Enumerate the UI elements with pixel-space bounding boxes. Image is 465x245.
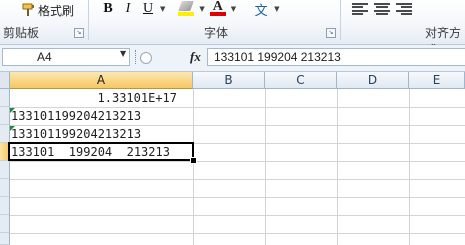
row-header[interactable] <box>0 107 10 125</box>
row-header[interactable] <box>0 161 10 179</box>
highlight-color-button[interactable] <box>175 0 197 18</box>
italic-button[interactable]: I <box>118 0 138 18</box>
column-header-c[interactable]: C <box>265 72 337 89</box>
insert-function-button[interactable]: fx <box>190 49 201 65</box>
highlighter-icon <box>178 1 195 11</box>
row-header[interactable] <box>0 233 10 245</box>
formula-bar: A4 ▼ fx 133101 199204 213213 <box>0 45 465 72</box>
gridline <box>10 197 465 198</box>
bold-button[interactable]: B <box>98 0 118 18</box>
gridline <box>10 215 465 216</box>
fill-handle[interactable] <box>190 157 197 164</box>
font-color-dropdown-icon[interactable]: ▼ <box>231 5 236 13</box>
gridline <box>265 89 266 245</box>
clipboard-dialog-launcher-icon[interactable]: ↘ <box>74 28 84 38</box>
highlight-dropdown-icon[interactable]: ▼ <box>199 5 204 13</box>
underline-dropdown-icon[interactable]: ▼ <box>160 5 165 13</box>
font-toolbar: B I U ▼ ▼ A ▼ 文 ▼ <box>98 0 282 19</box>
row-header[interactable] <box>0 215 10 233</box>
number-as-text-indicator-icon[interactable] <box>10 126 15 131</box>
row-header[interactable] <box>0 89 10 107</box>
row-header[interactable] <box>0 179 10 197</box>
active-cell-border <box>8 142 194 161</box>
gridline <box>10 233 465 234</box>
column-header-d[interactable]: D <box>337 72 409 89</box>
format-painter-icon <box>22 3 34 16</box>
cell-a1[interactable]: 1.33101E+17 <box>10 90 193 107</box>
column-header-b[interactable]: B <box>193 72 265 89</box>
column-header-a[interactable]: A <box>10 72 193 89</box>
gridline <box>193 89 194 245</box>
row-header[interactable] <box>0 125 10 143</box>
format-painter-label: 格式刷 <box>38 3 75 18</box>
underline-button[interactable]: U <box>138 0 158 18</box>
font-color-swatch <box>209 12 226 16</box>
name-box[interactable]: A4 <box>2 48 130 66</box>
number-as-text-indicator-icon[interactable] <box>10 108 15 113</box>
ribbon: 格式刷 B I U ▼ ▼ A ▼ 文 ▼ 剪贴板 ↘ 字体 ↘ 对齐方式 <box>0 0 465 57</box>
formula-input[interactable]: 133101 199204 213213 <box>207 48 465 66</box>
phonetic-dropdown-icon[interactable]: ▼ <box>274 5 279 13</box>
cell-a3[interactable]: 133101199204213213 <box>10 126 193 143</box>
gridline <box>10 179 465 180</box>
align-left-icon[interactable] <box>352 3 368 15</box>
align-center-icon[interactable] <box>374 3 390 15</box>
cell-a2[interactable]: 133101199204213213 <box>10 108 193 125</box>
clipboard-group-label: 剪贴板 <box>3 26 40 40</box>
phonetic-guide-button[interactable]: 文 <box>250 0 272 19</box>
font-group-label: 字体 <box>204 26 229 40</box>
ribbon-separator <box>340 0 341 40</box>
select-all-corner[interactable] <box>0 72 10 89</box>
highlight-color-swatch <box>178 12 195 16</box>
row-header[interactable] <box>0 197 10 215</box>
gridline <box>337 89 338 245</box>
font-dialog-launcher-icon[interactable]: ↘ <box>326 28 336 38</box>
name-box-dropdown-icon[interactable]: ▼ <box>120 49 126 58</box>
align-right-icon[interactable] <box>396 3 412 15</box>
formula-bar-circle-icon <box>140 52 152 64</box>
format-painter-button[interactable]: 格式刷 <box>22 2 74 18</box>
gridline <box>10 161 465 162</box>
font-color-button[interactable]: A <box>207 0 229 18</box>
ribbon-separator <box>88 0 89 40</box>
column-header-e[interactable]: E <box>409 72 465 89</box>
alignment-toolbar <box>352 3 412 15</box>
gridline <box>409 89 410 245</box>
